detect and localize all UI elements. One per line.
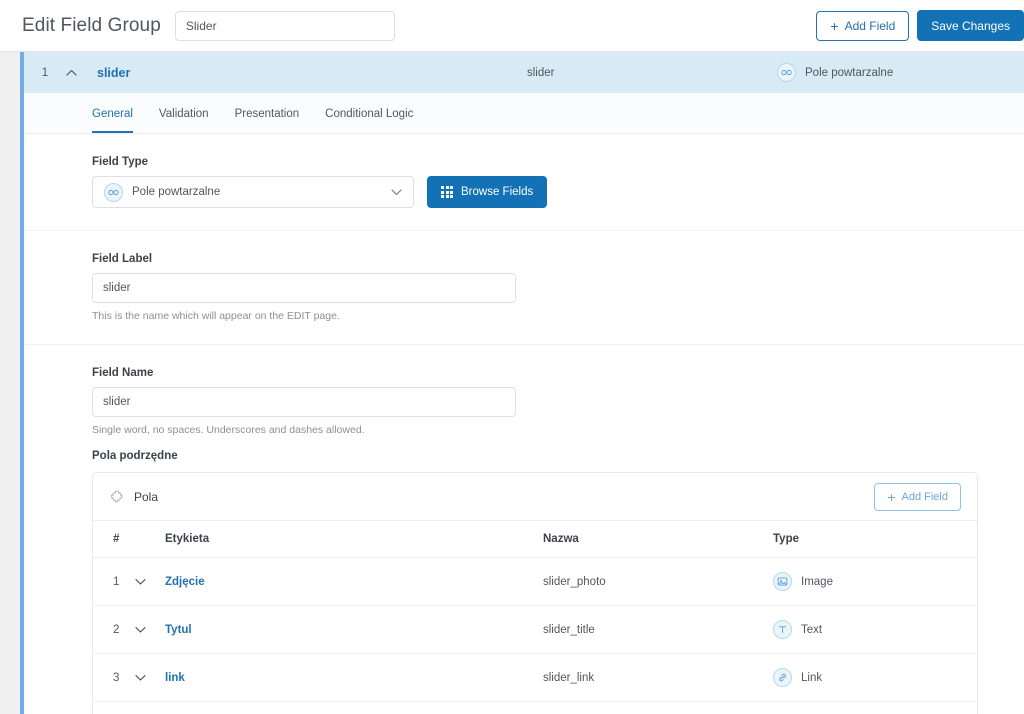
browse-fields-button[interactable]: Browse Fields xyxy=(427,176,548,208)
field-settings-tabs: General Validation Presentation Conditio… xyxy=(24,93,1024,134)
chevron-down-icon[interactable] xyxy=(135,557,165,606)
table-row[interactable]: 3 link slider_link Link xyxy=(93,653,977,702)
row-name: slider_link xyxy=(543,653,773,702)
tab-general[interactable]: General xyxy=(92,108,133,133)
puzzle-piece-icon xyxy=(111,490,125,504)
field-name-label: Field Name xyxy=(92,367,154,379)
top-bar: Edit Field Group + Add Field Save Change… xyxy=(0,0,1024,52)
subfields-panel-title-wrap: Pola xyxy=(111,490,158,504)
field-type-label: Field Type xyxy=(92,156,149,168)
field-header-label[interactable]: slider xyxy=(97,66,130,80)
column-header-number: # xyxy=(93,521,135,558)
save-changes-button[interactable]: Save Changes xyxy=(917,10,1024,41)
browse-fields-button-label: Browse Fields xyxy=(461,186,534,198)
field-label-label: Field Label xyxy=(92,253,153,265)
field-card: 1 slider slider Pole powtarzalne General… xyxy=(20,52,1024,714)
text-t-icon xyxy=(773,620,792,639)
row-number: 2 xyxy=(93,605,135,654)
subfields-add-field-label-top: Add Field xyxy=(901,490,948,503)
subfields-panel-header: Pola + Add Field xyxy=(93,473,977,521)
field-label-section: Field Label This is the name which will … xyxy=(24,231,1024,345)
edit-field-group-screen: Edit Field Group + Add Field Save Change… xyxy=(0,0,1024,714)
row-type-label: Text xyxy=(801,623,823,636)
field-header-row[interactable]: 1 slider slider Pole powtarzalne xyxy=(24,52,1024,93)
subfields-table-body: 1 Zdjęcie slider_photo Image 2 Tytul sli… xyxy=(93,557,977,714)
tab-conditional-logic[interactable]: Conditional Logic xyxy=(325,108,413,133)
subfields-panel-title: Pola xyxy=(134,489,159,504)
field-settings-body: Field Type Pole powtarzalne Browse Field… xyxy=(24,134,1024,714)
tab-presentation[interactable]: Presentation xyxy=(235,108,300,133)
subfields-section-label: Pola podrzędne xyxy=(92,450,178,462)
table-row[interactable]: 4 Treść przycisku slider_button xyxy=(93,701,977,714)
field-name-input[interactable] xyxy=(92,387,516,417)
field-header-type: Pole powtarzalne xyxy=(777,63,893,82)
plus-icon: + xyxy=(830,17,839,34)
repeater-infinity-icon xyxy=(104,182,123,202)
field-label-help: This is the name which will appear on th… xyxy=(92,310,340,322)
column-header-name: Nazwa xyxy=(543,521,773,558)
chevron-down-icon[interactable] xyxy=(135,653,165,702)
subfields-panel-actions: + Add Field xyxy=(874,482,961,511)
row-type-cell: Link xyxy=(773,668,977,687)
field-type-section: Field Type Pole powtarzalne Browse Field… xyxy=(24,134,1024,231)
subfields-table-head: # Etykieta Nazwa Type xyxy=(93,521,977,558)
field-group-title-input[interactable] xyxy=(174,10,395,41)
grid-dots-icon xyxy=(441,186,453,198)
row-number: 4 xyxy=(93,701,135,714)
field-order-number: 1 xyxy=(41,66,49,79)
field-header-name: slider xyxy=(527,66,555,79)
field-type-select[interactable]: Pole powtarzalne xyxy=(92,176,414,208)
add-field-button[interactable]: + Add Field xyxy=(816,10,910,41)
chevron-down-icon[interactable] xyxy=(135,605,165,654)
table-header-row: # Etykieta Nazwa Type xyxy=(93,521,977,558)
subfields-add-field-button-top[interactable]: + Add Field xyxy=(874,482,961,511)
row-name: slider_title xyxy=(543,605,773,654)
row-type-label: Image xyxy=(801,575,833,588)
row-label-link[interactable]: Tytul xyxy=(165,624,192,636)
field-name-help: Single word, no spaces. Underscores and … xyxy=(92,424,365,436)
row-type-label: Link xyxy=(801,671,823,684)
row-name: slider_button xyxy=(543,701,773,714)
left-gutter xyxy=(0,52,20,714)
subfields-section: Pola podrzędne xyxy=(24,450,1024,462)
row-number: 3 xyxy=(93,653,135,702)
image-icon xyxy=(773,572,792,591)
field-type-select-value: Pole powtarzalne xyxy=(132,186,221,198)
column-header-type: Type xyxy=(773,521,977,558)
column-header-spacer xyxy=(135,521,165,558)
plus-icon: + xyxy=(887,488,896,505)
add-field-button-label: Add Field xyxy=(844,18,896,33)
row-type-cell: Image xyxy=(773,572,977,591)
repeater-infinity-icon xyxy=(777,63,796,82)
save-changes-button-label: Save Changes xyxy=(931,18,1010,33)
column-header-label: Etykieta xyxy=(165,521,543,558)
chevron-up-icon[interactable] xyxy=(66,69,94,76)
row-number: 1 xyxy=(93,557,135,606)
page-title: Edit Field Group xyxy=(22,14,161,36)
row-label-link[interactable]: link xyxy=(165,672,185,684)
top-bar-actions: + Add Field Save Changes xyxy=(816,10,1024,41)
chevron-down-icon xyxy=(391,189,402,196)
field-label-input[interactable] xyxy=(92,273,516,303)
table-row[interactable]: 2 Tytul slider_title Text xyxy=(93,605,977,654)
tab-validation[interactable]: Validation xyxy=(159,108,209,133)
chevron-down-icon[interactable] xyxy=(135,701,165,714)
row-name: slider_photo xyxy=(543,557,773,606)
subfields-table: # Etykieta Nazwa Type 1 Zdjęcie slider_p… xyxy=(93,521,977,714)
field-header-type-label: Pole powtarzalne xyxy=(805,66,894,79)
row-type-cell: Text xyxy=(773,620,977,639)
field-name-section: Field Name Single word, no spaces. Under… xyxy=(24,345,1024,450)
subfields-panel: Pola + Add Field # Etykieta Nazwa Type 1… xyxy=(92,472,978,714)
table-row[interactable]: 1 Zdjęcie slider_photo Image xyxy=(93,557,977,606)
link-chain-icon xyxy=(773,668,792,687)
field-type-row: Pole powtarzalne Browse Fields xyxy=(92,176,1024,208)
row-label-link[interactable]: Zdjęcie xyxy=(165,576,205,588)
